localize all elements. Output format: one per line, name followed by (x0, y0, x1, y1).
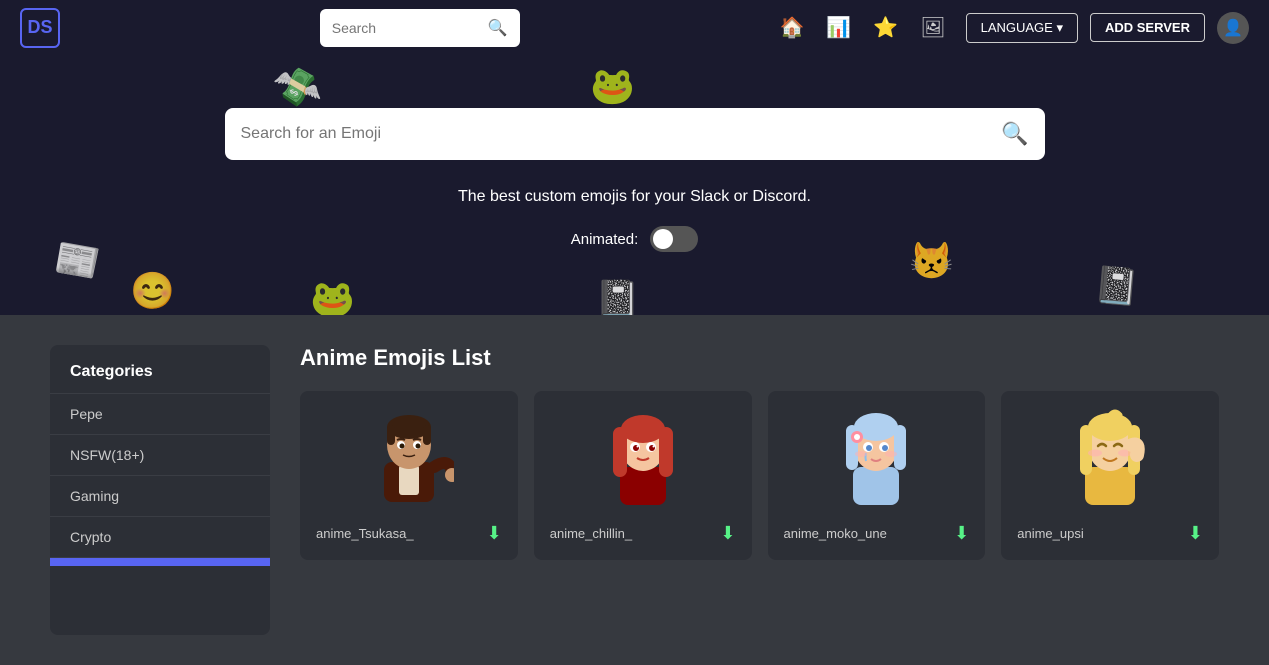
user-avatar[interactable]: 👤 (1217, 12, 1249, 44)
image-icon[interactable]: 🖼 (920, 15, 945, 40)
emoji-download-btn-1[interactable]: ⬇ (720, 523, 735, 544)
emoji-download-btn-2[interactable]: ⬇ (954, 523, 969, 544)
navbar-right: LANGUAGE ▾ ADD SERVER 👤 (966, 12, 1249, 44)
main-content: Categories Pepe NSFW(18+) Gaming Crypto … (0, 315, 1269, 665)
language-button[interactable]: LANGUAGE ▾ (966, 13, 1078, 43)
floating-emoji-2: 🐸 (590, 65, 635, 107)
emoji-card-3[interactable]: anime_upsi ⬇ (1001, 391, 1219, 560)
sidebar-item-crypto[interactable]: Crypto (50, 517, 270, 558)
floating-emoji-3: 📰 (52, 236, 103, 285)
navbar-search-container: 🔍 (320, 9, 520, 47)
emoji-img-2 (831, 407, 921, 507)
emoji-img-0 (364, 407, 454, 507)
emoji-grid-section: Anime Emojis List (300, 345, 1219, 635)
sidebar-item-nsfw[interactable]: NSFW(18+) (50, 435, 270, 476)
emoji-card-2[interactable]: anime_moko_une ⬇ (768, 391, 986, 560)
home-icon[interactable]: 🏠 (779, 15, 804, 40)
emoji-card-footer-3: anime_upsi ⬇ (1017, 515, 1203, 544)
sidebar-bottom-bar (50, 558, 270, 566)
animated-toggle-wrap (650, 226, 698, 252)
emoji-download-btn-0[interactable]: ⬇ (487, 523, 502, 544)
emoji-card-1[interactable]: anime_chillin_ ⬇ (534, 391, 752, 560)
emoji-grid: anime_Tsukasa_ ⬇ (300, 391, 1219, 560)
animated-label: Animated: (571, 231, 639, 248)
stats-icon[interactable]: 📊 (826, 15, 851, 40)
sidebar-header: Categories (50, 345, 270, 394)
emoji-card-footer-0: anime_Tsukasa_ ⬇ (316, 515, 502, 544)
hero-section: 💸 🐸 📰 😊 😾 📓 🐸 📓 🔍 The best custom emojis… (0, 55, 1269, 315)
emoji-card-footer-2: anime_moko_une ⬇ (784, 515, 970, 544)
floating-emoji-7: 🐸 (310, 278, 355, 315)
emoji-img-1 (598, 407, 688, 507)
sidebar-item-gaming[interactable]: Gaming (50, 476, 270, 517)
animated-toggle[interactable] (650, 226, 698, 252)
floating-emoji-6: 📓 (1092, 263, 1140, 309)
sidebar: Categories Pepe NSFW(18+) Gaming Crypto (50, 345, 270, 635)
emoji-card-name-1: anime_chillin_ (550, 526, 721, 541)
floating-emoji-8: 📓 (595, 278, 640, 315)
hero-tagline: The best custom emojis for your Slack or… (458, 188, 811, 206)
emoji-grid-title: Anime Emojis List (300, 345, 1219, 371)
navbar-search-input[interactable] (332, 20, 480, 36)
star-icon[interactable]: ⭐ (873, 15, 898, 40)
emoji-card-name-0: anime_Tsukasa_ (316, 526, 487, 541)
navbar-search-wrap: 🔍 (80, 9, 759, 47)
emoji-download-btn-3[interactable]: ⬇ (1188, 523, 1203, 544)
hero-search-input[interactable] (241, 125, 1002, 143)
navbar: DS 🔍 🏠 📊 ⭐ 🖼 LANGUAGE ▾ ADD SERVER 👤 (0, 0, 1269, 55)
floating-emoji-1: 💸 (270, 62, 324, 114)
hero-search-bar: 🔍 (225, 108, 1045, 160)
emoji-card-footer-1: anime_chillin_ ⬇ (550, 515, 736, 544)
emoji-img-3 (1065, 407, 1155, 507)
floating-emoji-5: 😾 (909, 240, 954, 282)
emoji-card-name-3: anime_upsi (1017, 526, 1188, 541)
emoji-card-name-2: anime_moko_une (784, 526, 955, 541)
navbar-icons: 🏠 📊 ⭐ 🖼 (779, 15, 945, 40)
add-server-button[interactable]: ADD SERVER (1090, 13, 1205, 42)
sidebar-item-pepe[interactable]: Pepe (50, 394, 270, 435)
emoji-card-0[interactable]: anime_Tsukasa_ ⬇ (300, 391, 518, 560)
navbar-search-icon: 🔍 (488, 18, 508, 38)
floating-emoji-4: 😊 (130, 270, 175, 312)
hero-search-icon: 🔍 (1001, 121, 1028, 147)
site-logo[interactable]: DS (20, 8, 60, 48)
animated-row: Animated: (571, 226, 699, 252)
